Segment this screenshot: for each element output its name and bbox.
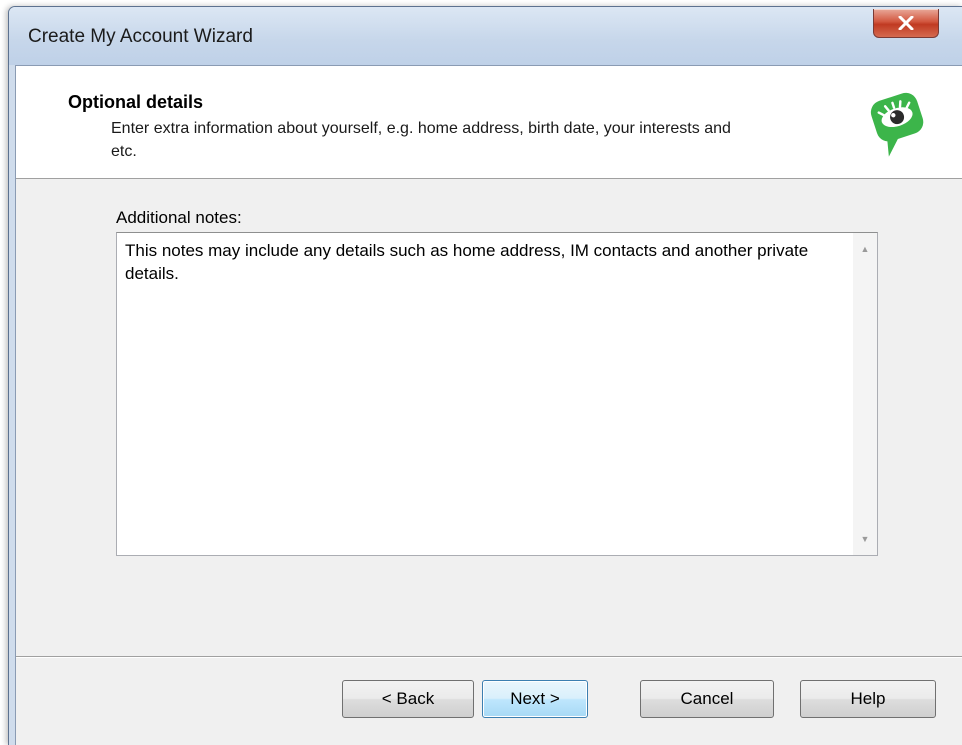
wizard-window: Create My Account Wizard Optional detail…	[8, 6, 962, 745]
scroll-up-icon[interactable]: ▲	[853, 239, 877, 259]
notes-scrollbar[interactable]: ▲ ▼	[853, 233, 877, 555]
close-button[interactable]	[873, 9, 939, 38]
close-icon	[898, 16, 914, 30]
next-button[interactable]: Next >	[482, 680, 588, 718]
back-button[interactable]: < Back	[342, 680, 474, 718]
wizard-header: Optional details Enter extra information…	[16, 66, 962, 179]
window-title: Create My Account Wizard	[28, 26, 253, 47]
speech-bubble-eye-icon	[870, 92, 924, 157]
title-bar[interactable]: Create My Account Wizard	[9, 7, 962, 65]
additional-notes-box: This notes may include any details such …	[116, 232, 878, 556]
scroll-down-icon[interactable]: ▼	[853, 529, 877, 549]
help-button[interactable]: Help	[800, 680, 936, 718]
cancel-button[interactable]: Cancel	[640, 680, 774, 718]
wizard-client-area: Optional details Enter extra information…	[15, 65, 962, 745]
additional-notes-label: Additional notes:	[116, 208, 242, 227]
page-description: Enter extra information about yourself, …	[111, 120, 731, 160]
page-title: Optional details	[68, 92, 204, 112]
additional-notes-textarea[interactable]: This notes may include any details such …	[125, 239, 835, 539]
footer-separator	[16, 656, 962, 658]
